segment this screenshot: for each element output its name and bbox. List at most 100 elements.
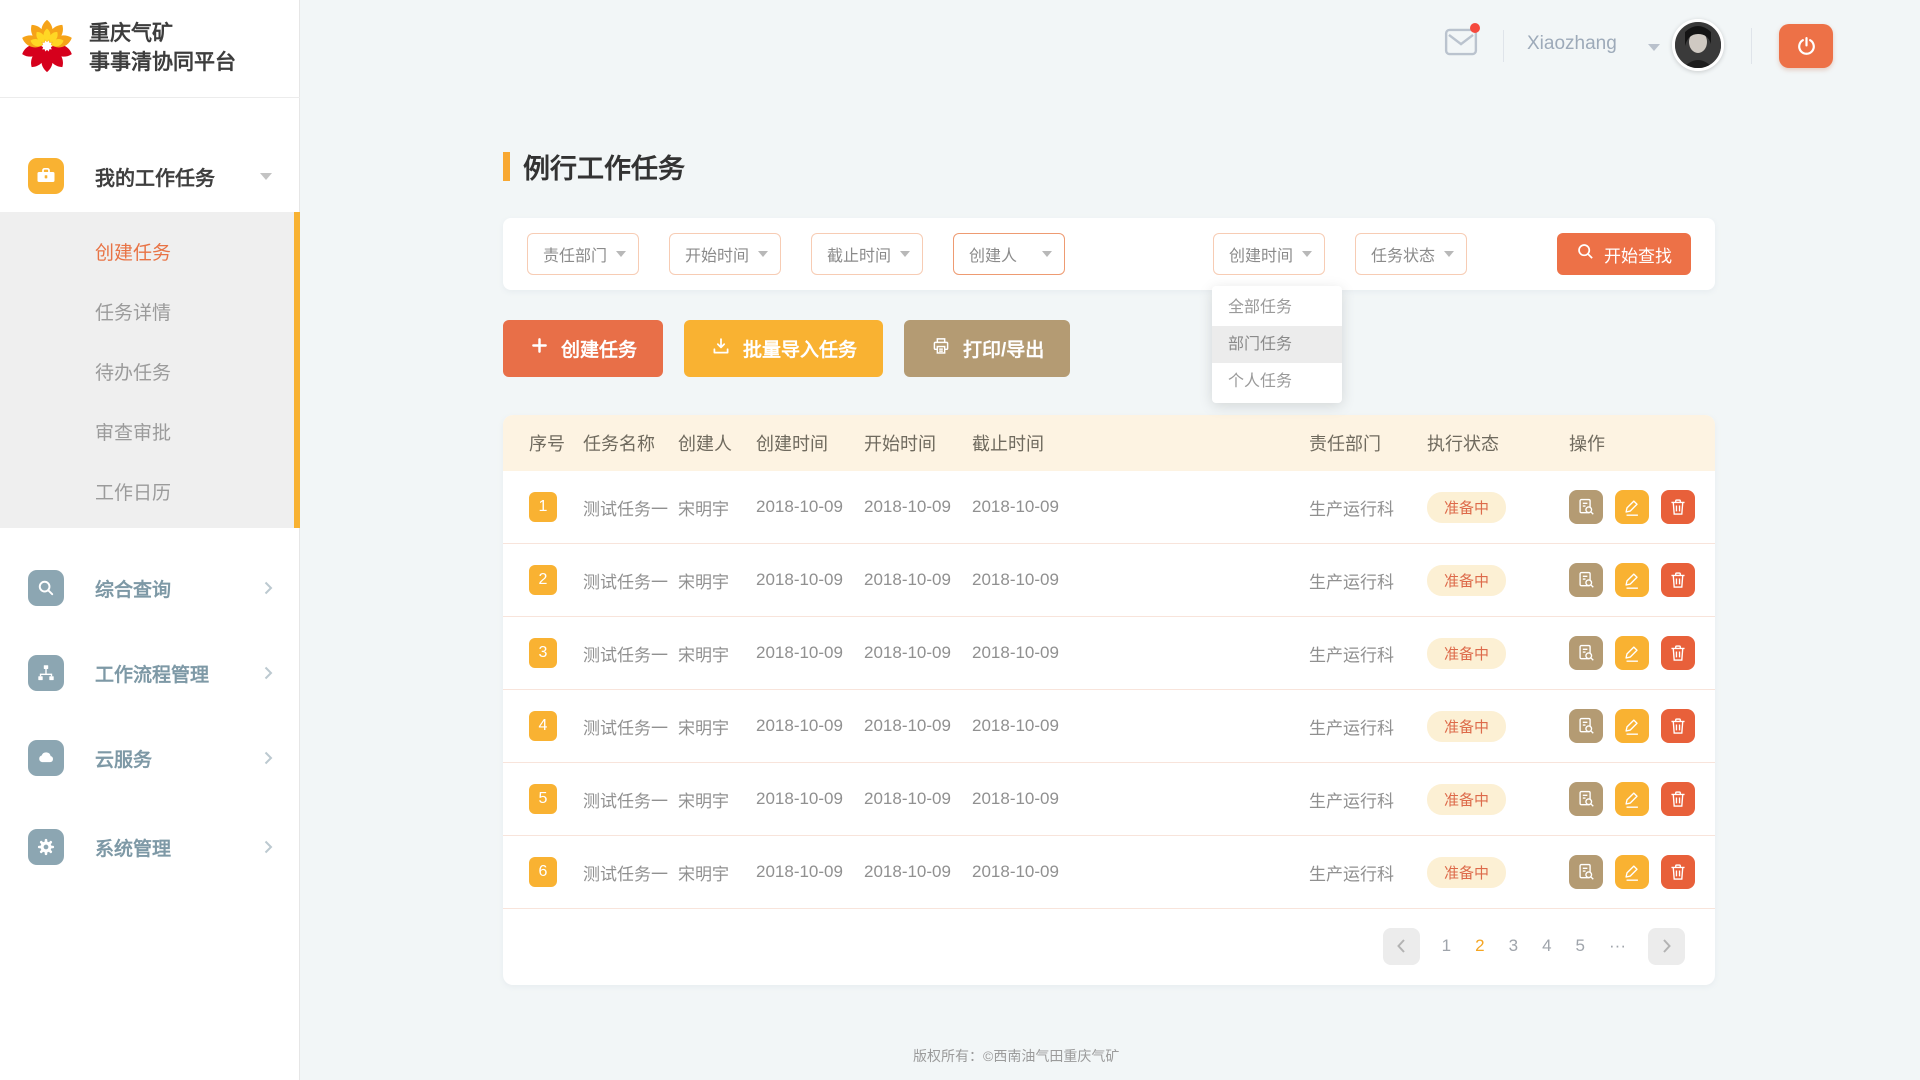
edit-button[interactable]	[1615, 563, 1649, 597]
view-button[interactable]	[1569, 855, 1603, 889]
brand-title: 重庆气矿 事事清协同平台	[89, 20, 236, 78]
dropdown-option-all-tasks[interactable]: 全部任务	[1212, 289, 1342, 326]
title-accent-bar	[503, 152, 510, 181]
sidebar-item-todo-tasks[interactable]: 待办任务	[0, 344, 300, 404]
dropdown-option-department-tasks[interactable]: 部门任务	[1212, 326, 1342, 363]
search-icon	[28, 570, 64, 606]
sidebar-item-create-task[interactable]: 创建任务	[0, 224, 300, 284]
sidebar-section-cloud[interactable]: 云服务	[0, 730, 300, 786]
end-date-cell: 2018-10-09	[972, 789, 1092, 809]
page-number-2[interactable]: 2	[1475, 936, 1484, 956]
row-no-cell: 2	[503, 565, 583, 595]
page-number-4[interactable]: 4	[1542, 936, 1551, 956]
col-header-no: 序号	[503, 430, 583, 456]
page-number-5[interactable]: 5	[1576, 936, 1585, 956]
row-actions	[1569, 563, 1715, 597]
start-date-cell: 2018-10-09	[864, 570, 972, 590]
sidebar-item-task-detail[interactable]: 任务详情	[0, 284, 300, 344]
edit-button[interactable]	[1615, 709, 1649, 743]
print-export-button[interactable]: 打印/导出	[904, 320, 1070, 377]
sidebar-group-label: 我的工作任务	[95, 162, 215, 191]
table-body: 1 测试任务一 宋明宇 2018-10-09 2018-10-09 2018-1…	[503, 471, 1715, 909]
briefcase-icon	[28, 158, 64, 194]
status-badge: 准备中	[1427, 638, 1506, 669]
creator-cell: 宋明宇	[678, 641, 756, 666]
col-header-status: 执行状态	[1427, 430, 1569, 456]
edit-button[interactable]	[1615, 490, 1649, 524]
chevron-down-icon	[1444, 251, 1454, 257]
created-date-cell: 2018-10-09	[756, 716, 864, 736]
col-header-end: 截止时间	[972, 430, 1092, 456]
row-number-badge: 4	[529, 711, 557, 741]
row-actions	[1569, 709, 1715, 743]
cloud-icon	[28, 740, 64, 776]
filter-bar: 责任部门 开始时间 截止时间 创建人 创建时间 全部任务 部门任务 个人任务 任…	[503, 218, 1715, 290]
task-name-cell: 测试任务一	[583, 568, 678, 593]
creator-cell: 宋明宇	[678, 787, 756, 812]
prev-page-button[interactable]	[1383, 928, 1420, 965]
delete-button[interactable]	[1661, 490, 1695, 524]
next-page-button[interactable]	[1648, 928, 1685, 965]
create-task-label: 创建任务	[561, 335, 637, 362]
col-header-start: 开始时间	[864, 430, 972, 456]
create-task-button[interactable]: 创建任务	[503, 320, 663, 377]
sidebar-section-workflow[interactable]: 工作流程管理	[0, 645, 300, 701]
row-number-badge: 3	[529, 638, 557, 668]
filter-select-department[interactable]: 责任部门	[527, 233, 639, 275]
department-cell: 生产运行科	[1309, 495, 1427, 520]
dropdown-option-personal-tasks[interactable]: 个人任务	[1212, 363, 1342, 400]
delete-button[interactable]	[1661, 709, 1695, 743]
row-actions	[1569, 490, 1715, 524]
filter-select-task-status[interactable]: 任务状态	[1355, 233, 1467, 275]
task-name-cell: 测试任务一	[583, 787, 678, 812]
edit-button[interactable]	[1615, 782, 1649, 816]
col-header-ops: 操作	[1569, 430, 1715, 456]
logout-power-button[interactable]	[1779, 24, 1833, 68]
col-header-name: 任务名称	[583, 430, 678, 456]
row-number-badge: 5	[529, 784, 557, 814]
edit-button[interactable]	[1615, 636, 1649, 670]
sidebar-group-my-tasks[interactable]: 我的工作任务	[0, 148, 300, 204]
department-cell: 生产运行科	[1309, 714, 1427, 739]
batch-import-label: 批量导入任务	[743, 335, 857, 362]
row-no-cell: 3	[503, 638, 583, 668]
status-cell: 准备中	[1427, 784, 1569, 815]
view-button[interactable]	[1569, 490, 1603, 524]
filter-select-end-time[interactable]: 截止时间	[811, 233, 923, 275]
delete-button[interactable]	[1661, 636, 1695, 670]
page-number-3[interactable]: 3	[1509, 936, 1518, 956]
delete-button[interactable]	[1661, 563, 1695, 597]
delete-button[interactable]	[1661, 855, 1695, 889]
creator-cell: 宋明宇	[678, 568, 756, 593]
task-name-cell: 测试任务一	[583, 714, 678, 739]
row-number-badge: 6	[529, 857, 557, 887]
sidebar-section-query[interactable]: 综合查询	[0, 560, 300, 616]
notification-dot	[1470, 23, 1480, 33]
sidebar-item-work-calendar[interactable]: 工作日历	[0, 464, 300, 524]
status-cell: 准备中	[1427, 857, 1569, 888]
sidebar-section-system[interactable]: 系统管理	[0, 819, 300, 875]
chevron-down-icon[interactable]	[1648, 44, 1660, 51]
start-date-cell: 2018-10-09	[864, 716, 972, 736]
filter-select-create-time[interactable]: 创建时间 全部任务 部门任务 个人任务	[1213, 233, 1325, 275]
batch-import-button[interactable]: 批量导入任务	[684, 320, 883, 377]
filter-select-start-time[interactable]: 开始时间	[669, 233, 781, 275]
search-button[interactable]: 开始查找	[1557, 233, 1691, 275]
edit-button[interactable]	[1615, 855, 1649, 889]
chevron-right-icon	[264, 581, 273, 600]
col-header-creator: 创建人	[678, 430, 756, 456]
sidebar-item-review-approve[interactable]: 审查审批	[0, 404, 300, 464]
delete-button[interactable]	[1661, 782, 1695, 816]
end-date-cell: 2018-10-09	[972, 497, 1092, 517]
avatar[interactable]	[1672, 19, 1724, 71]
username-label[interactable]: Xiaozhang	[1527, 33, 1617, 55]
view-button[interactable]	[1569, 636, 1603, 670]
view-button[interactable]	[1569, 709, 1603, 743]
view-button[interactable]	[1569, 782, 1603, 816]
created-date-cell: 2018-10-09	[756, 497, 864, 517]
view-button[interactable]	[1569, 563, 1603, 597]
filter-select-creator[interactable]: 创建人	[953, 233, 1065, 275]
page-number-1[interactable]: 1	[1442, 936, 1451, 956]
end-date-cell: 2018-10-09	[972, 716, 1092, 736]
table-row: 5 测试任务一 宋明宇 2018-10-09 2018-10-09 2018-1…	[503, 763, 1715, 836]
